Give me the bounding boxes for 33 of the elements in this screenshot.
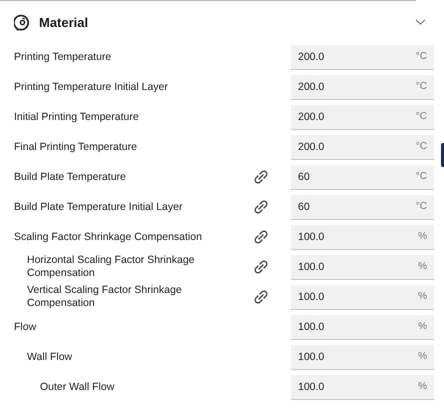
setting-label: Outer Wall Flow — [39, 380, 116, 394]
setting-label: Printing Temperature Initial Layer — [13, 80, 169, 94]
setting-label: Vertical Scaling Factor Shrinkage Compensation — [26, 284, 183, 310]
link-icon[interactable] — [253, 169, 269, 185]
value-field[interactable]: 100.0 % — [291, 224, 434, 250]
setting-label: Final Printing Temperature — [13, 140, 138, 154]
setting-label: Printing Temperature — [13, 50, 112, 64]
value-field[interactable]: 60 °C — [291, 164, 434, 190]
setting-label: Initial Printing Temperature — [13, 110, 140, 124]
value-field[interactable]: 100.0 % — [291, 284, 434, 310]
setting-label: Flow — [13, 320, 38, 334]
value-field[interactable]: 100.0 % — [291, 344, 434, 370]
setting-label: Horizontal Scaling Factor Shrinkage Compensation — [26, 254, 196, 280]
link-icon[interactable] — [253, 259, 269, 275]
link-icon[interactable] — [253, 199, 269, 215]
value-field[interactable]: 200.0 °C — [291, 44, 434, 70]
link-icon[interactable] — [253, 229, 269, 245]
link-icon[interactable] — [253, 289, 269, 305]
value-field[interactable]: 200.0 °C — [291, 104, 434, 130]
collapse-button[interactable] — [413, 16, 428, 28]
setting-label: Wall Flow — [26, 350, 74, 364]
setting-label: Scaling Factor Shrinkage Compensation — [13, 230, 203, 244]
value-field[interactable]: 200.0 °C — [291, 134, 434, 160]
spool-icon — [14, 14, 31, 30]
setting-label: Build Plate Temperature Initial Layer — [13, 200, 184, 214]
value-field[interactable]: 100.0 % — [291, 374, 434, 400]
scrollbar-thumb[interactable] — [441, 143, 444, 167]
value-field[interactable]: 60 °C — [291, 194, 434, 220]
value-field[interactable]: 100.0 % — [291, 254, 434, 280]
value-field[interactable]: 200.0 °C — [291, 74, 434, 100]
section-title: Material — [39, 14, 90, 30]
setting-label: Build Plate Temperature — [13, 170, 127, 184]
value-field[interactable]: 100.0 % — [291, 314, 434, 340]
